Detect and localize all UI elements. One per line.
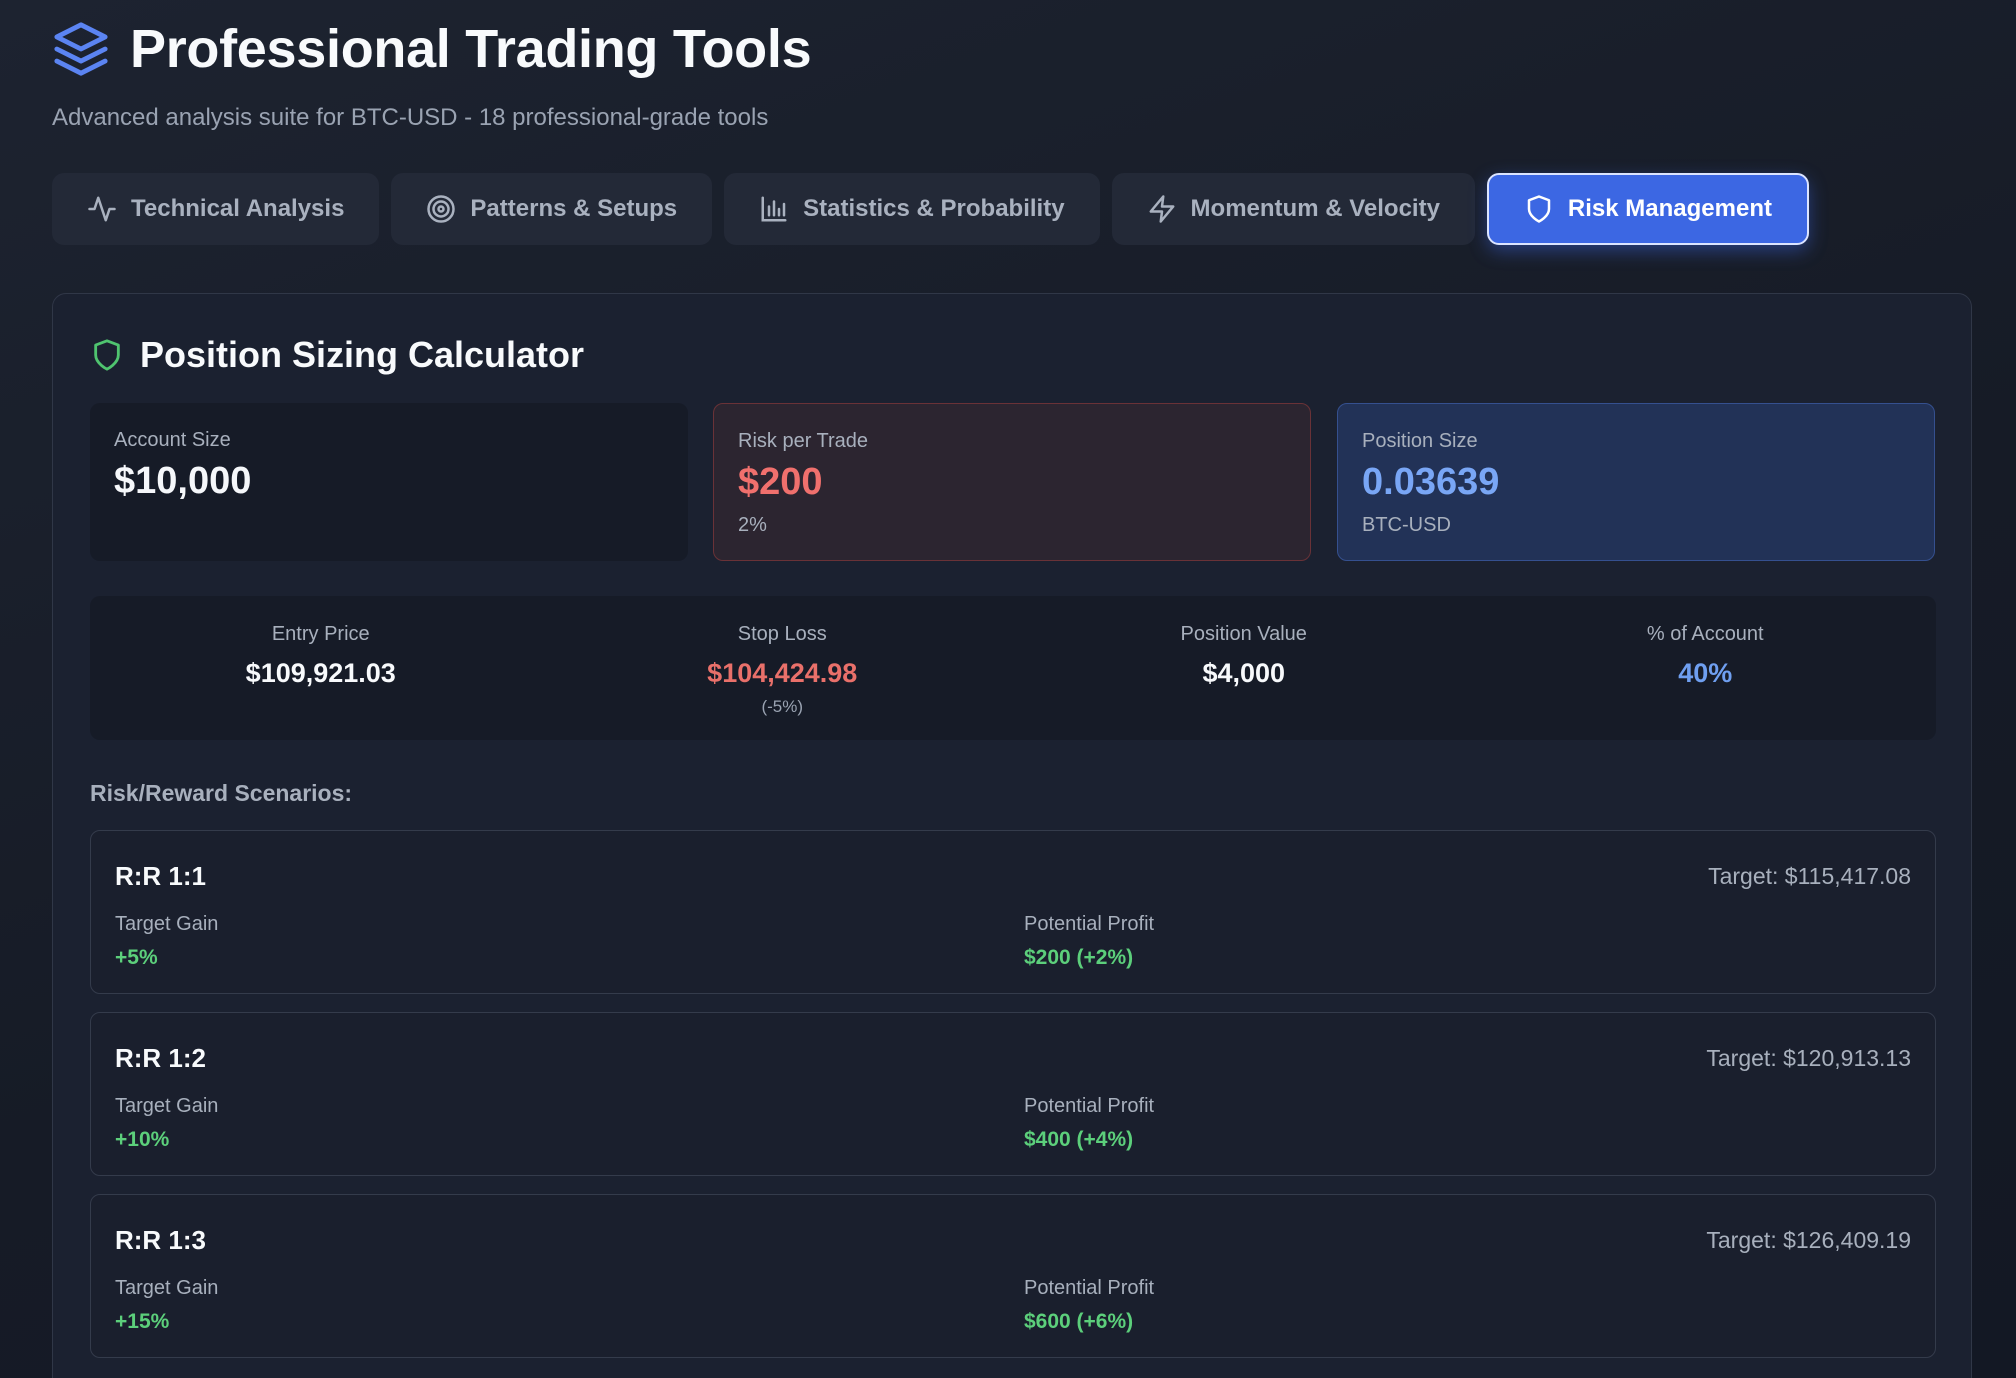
account-size-card: Account Size $10,000 bbox=[90, 403, 688, 561]
scenario-ratio: R:R 1:3 bbox=[115, 1225, 207, 1255]
tab-momentum-velocity[interactable]: Momentum & Velocity bbox=[1111, 173, 1475, 245]
potential-profit: Potential Profit $200 (+2%) bbox=[1024, 913, 1154, 970]
potential-profit: Potential Profit $600 (+6%) bbox=[1024, 1277, 1154, 1334]
percent-account-value: 40% bbox=[1678, 658, 1733, 688]
tab-risk-management[interactable]: Risk Management bbox=[1486, 173, 1809, 245]
potential-profit-value: $600 (+6%) bbox=[1024, 1310, 1134, 1333]
position-value: $4,000 bbox=[1202, 658, 1286, 688]
risk-per-trade-value: $200 bbox=[738, 461, 823, 503]
scenario-card: R:R 1:1 Target: $115,417.08 Target Gain … bbox=[90, 830, 1936, 994]
activity-icon bbox=[87, 194, 117, 224]
scenario-ratio: R:R 1:2 bbox=[115, 1043, 207, 1073]
scenario-target: Target: $126,409.19 bbox=[1706, 1227, 1911, 1253]
potential-profit-label: Potential Profit bbox=[1024, 913, 1155, 935]
panel-title: Position Sizing Calculator bbox=[140, 334, 585, 375]
target-gain-value: +5% bbox=[115, 946, 158, 969]
tab-label: Statistics & Probability bbox=[803, 195, 1065, 222]
target-gain-label: Target Gain bbox=[115, 1095, 219, 1117]
trade-metrics: Entry Price $109,921.03 Stop Loss $104,4… bbox=[90, 596, 1936, 740]
metric-label: Position Value bbox=[1180, 623, 1307, 645]
account-size-value: $10,000 bbox=[114, 460, 252, 502]
tab-technical-analysis[interactable]: Technical Analysis bbox=[52, 173, 380, 245]
account-size-label: Account Size bbox=[114, 429, 231, 451]
entry-price-metric: Entry Price $109,921.03 bbox=[90, 596, 552, 740]
shield-icon bbox=[90, 338, 124, 372]
layers-icon bbox=[52, 20, 110, 78]
position-size-label: Position Size bbox=[1362, 430, 1478, 452]
target-gain: Target Gain +15% bbox=[115, 1277, 218, 1334]
scenario-ratio: R:R 1:1 bbox=[115, 861, 207, 891]
potential-profit-label: Potential Profit bbox=[1024, 1277, 1155, 1299]
risk-percent: 2% bbox=[738, 514, 767, 536]
metric-label: Entry Price bbox=[271, 623, 370, 645]
stop-loss-percent: (-5%) bbox=[761, 697, 804, 716]
risk-per-trade-card: Risk per Trade $200 2% bbox=[713, 403, 1311, 561]
percent-account-metric: % of Account 40% bbox=[1475, 596, 1937, 740]
position-sizing-panel: Position Sizing Calculator Account Size … bbox=[52, 293, 1972, 1378]
stop-loss-value: $104,424.98 bbox=[707, 658, 858, 688]
potential-profit-value: $200 (+2%) bbox=[1024, 946, 1134, 969]
tab-label: Patterns & Setups bbox=[470, 195, 678, 222]
position-size-value: 0.03639 bbox=[1362, 461, 1500, 503]
trading-tools-page: Professional Trading Tools Advanced anal… bbox=[0, 0, 2016, 1378]
page-title: Professional Trading Tools bbox=[130, 19, 812, 79]
scenarios-heading: Risk/Reward Scenarios: bbox=[90, 780, 353, 806]
position-symbol: BTC-USD bbox=[1362, 514, 1451, 536]
target-gain-label: Target Gain bbox=[115, 1277, 219, 1299]
tab-statistics-probability[interactable]: Statistics & Probability bbox=[724, 173, 1100, 245]
tab-label: Momentum & Velocity bbox=[1190, 195, 1440, 222]
page-header: Professional Trading Tools Advanced anal… bbox=[52, 18, 812, 132]
target-icon bbox=[426, 194, 456, 224]
scenario-card: R:R 1:2 Target: $120,913.13 Target Gain … bbox=[90, 1012, 1936, 1176]
target-gain-value: +10% bbox=[115, 1128, 170, 1151]
bar-chart-icon bbox=[759, 194, 789, 224]
scenario-card: R:R 1:3 Target: $126,409.19 Target Gain … bbox=[90, 1194, 1936, 1358]
metric-label: % of Account bbox=[1646, 623, 1764, 645]
lightning-icon bbox=[1147, 194, 1177, 224]
potential-profit-label: Potential Profit bbox=[1024, 1095, 1155, 1117]
target-gain-value: +15% bbox=[115, 1310, 170, 1333]
title-row: Professional Trading Tools bbox=[52, 18, 812, 80]
tab-label: Risk Management bbox=[1567, 195, 1772, 222]
target-gain: Target Gain +5% bbox=[115, 913, 218, 970]
scenario-target: Target: $115,417.08 bbox=[1708, 863, 1911, 889]
risk-per-trade-label: Risk per Trade bbox=[738, 430, 869, 452]
stop-loss-metric: Stop Loss $104,424.98 (-5%) bbox=[552, 596, 1014, 740]
metric-label: Stop Loss bbox=[737, 623, 827, 645]
tool-tabs: Technical Analysis Patterns & Setups Sta… bbox=[52, 173, 1809, 245]
entry-price-value: $109,921.03 bbox=[245, 658, 396, 688]
target-gain-label: Target Gain bbox=[115, 913, 219, 935]
potential-profit: Potential Profit $400 (+4%) bbox=[1024, 1095, 1154, 1152]
position-value-metric: Position Value $4,000 bbox=[1013, 596, 1475, 740]
page-subtitle: Advanced analysis suite for BTC-USD - 18… bbox=[52, 104, 769, 131]
scenario-target: Target: $120,913.13 bbox=[1706, 1045, 1911, 1071]
tab-label: Technical Analysis bbox=[131, 195, 345, 222]
tab-patterns-setups[interactable]: Patterns & Setups bbox=[391, 173, 713, 245]
target-gain: Target Gain +10% bbox=[115, 1095, 218, 1152]
panel-header: Position Sizing Calculator bbox=[90, 334, 584, 376]
position-size-card: Position Size 0.03639 BTC-USD bbox=[1337, 403, 1935, 561]
potential-profit-value: $400 (+4%) bbox=[1024, 1128, 1134, 1151]
shield-icon bbox=[1524, 194, 1554, 224]
